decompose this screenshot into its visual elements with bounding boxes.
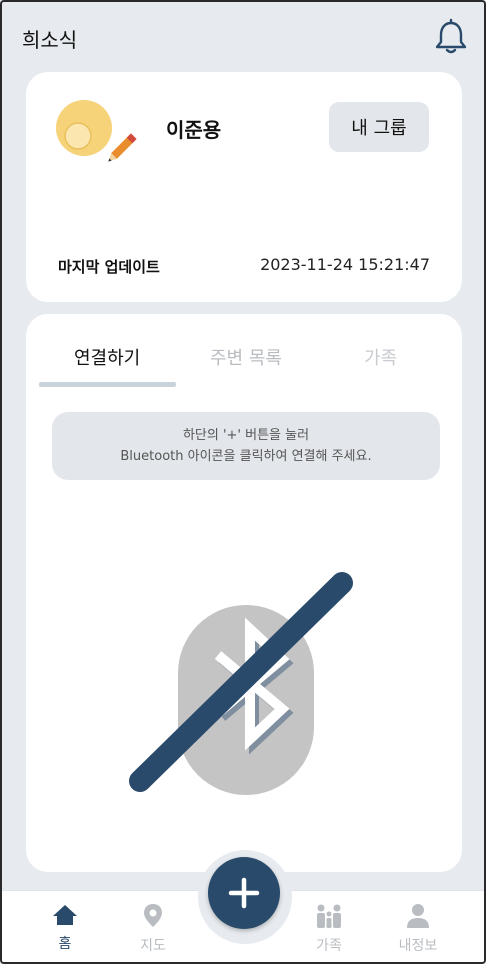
instruction-box: 하단의 '+' 버튼을 눌러 Bluetooth 아이콘을 클릭하여 연결해 주… (52, 412, 440, 480)
nav-family[interactable]: 가족 (289, 903, 369, 955)
home-icon (53, 905, 77, 925)
bluetooth-disabled-icon[interactable] (126, 569, 366, 809)
connection-card: 연결하기 주변 목록 가족 하단의 '+' 버튼을 눌러 Bluetooth 아… (26, 314, 462, 872)
tab-family[interactable]: 가족 (364, 344, 397, 370)
tab-nearby-list[interactable]: 주변 목록 (210, 344, 282, 370)
add-device-button[interactable] (208, 857, 280, 929)
last-update-time: 2023-11-24 15:21:47 (260, 255, 430, 274)
my-group-button[interactable]: 내 그룹 (329, 102, 429, 152)
last-update-label: 마지막 업데이트 (58, 258, 160, 276)
nav-home[interactable]: 홈 (25, 903, 105, 953)
nav-home-label: 홈 (58, 936, 72, 952)
avatar-with-pencil-icon[interactable] (56, 98, 144, 164)
user-name: 이준용 (166, 118, 222, 142)
tab-bar: 연결하기 주변 목록 가족 (26, 340, 462, 387)
instruction-line-2: Bluetooth 아이콘을 클릭하여 연결해 주세요. (120, 449, 372, 464)
active-tab-indicator (39, 382, 176, 387)
nav-my-info-label: 내정보 (398, 938, 438, 954)
profile-card: 이준용 내 그룹 마지막 업데이트 2023-11-24 15:21:47 (26, 72, 462, 302)
app-title: 희소식 (22, 28, 78, 52)
nav-family-label: 가족 (316, 938, 342, 954)
bell-icon[interactable] (432, 18, 470, 56)
nav-my-info[interactable]: 내정보 (378, 903, 458, 955)
app-header: 희소식 (2, 2, 484, 68)
nav-map-label: 지도 (140, 938, 166, 954)
nav-map[interactable]: 지도 (113, 903, 193, 955)
plus-icon (228, 877, 260, 909)
family-icon (317, 904, 341, 928)
instruction-line-1: 하단의 '+' 버튼을 눌러 (182, 428, 310, 443)
person-icon (407, 904, 429, 928)
tab-connect[interactable]: 연결하기 (74, 344, 140, 370)
app-frame: 희소식 이준용 내 그룹 마지막 업데이트 2023-11-24 15:21:4… (0, 0, 486, 964)
map-pin-icon (144, 904, 162, 927)
